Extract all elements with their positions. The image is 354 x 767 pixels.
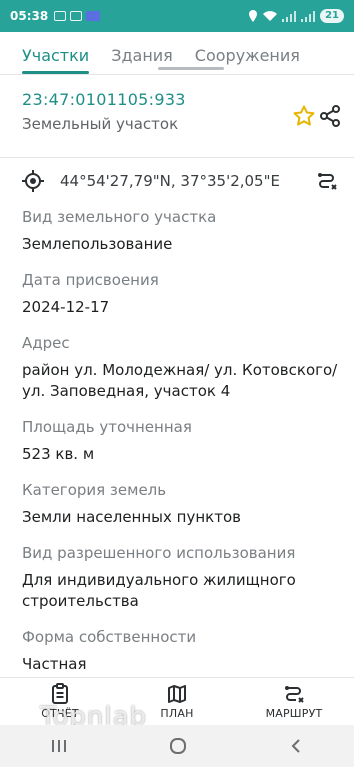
field-value: Для индивидуального жилищного строительс…	[22, 571, 296, 610]
location-status-icon	[249, 10, 258, 22]
system-navigation-bar	[0, 725, 354, 767]
signal-icon	[282, 10, 297, 22]
share-icon[interactable]	[318, 104, 342, 128]
field-label: Адрес	[22, 334, 70, 352]
nav-route-label: МАРШРУТ	[265, 707, 323, 720]
field-label: Дата присвоения	[22, 271, 159, 289]
nav-plan-button[interactable]: ПЛАН	[139, 678, 215, 725]
nav-plan-label: ПЛАН	[160, 707, 194, 720]
coordinates-text[interactable]: 44°54'27,79"N, 37°35'2,05"E	[60, 172, 280, 190]
battery-level: 21	[320, 9, 344, 23]
field-assignment-date: Дата присвоения 2024-12-17	[22, 270, 342, 318]
header-divider	[0, 157, 354, 158]
field-label: Площадь уточненная	[22, 418, 192, 436]
field-land-category: Категория земель Земли населенных пункто…	[22, 480, 342, 528]
field-plot-kind: Вид земельного участка Землепользование	[22, 207, 342, 255]
gps-target-icon[interactable]	[22, 170, 44, 192]
nav-route-button[interactable]: МАРШРУТ	[256, 678, 332, 725]
signal-icon-2	[301, 10, 316, 22]
field-value: Землепользование	[22, 235, 173, 253]
field-value: 523 кв. м	[22, 445, 95, 463]
field-label: Форма собственности	[22, 628, 197, 646]
field-label: Вид земельного участка	[22, 208, 217, 226]
tabs-divider	[0, 74, 354, 75]
field-area: Площадь уточненная 523 кв. м	[22, 417, 342, 465]
field-value: район ул. Молодежная/ ул. Котовского/ ул…	[22, 361, 338, 400]
route-icon	[285, 686, 304, 703]
coordinates-row: 44°54'27,79"N, 37°35'2,05"E	[22, 165, 342, 197]
status-bar: 05:38 21	[0, 0, 354, 32]
field-value: 2024-12-17	[22, 298, 110, 316]
gallery-notification-icon	[54, 11, 67, 21]
object-type-tabs: Участки Здания Сооружения	[0, 32, 354, 74]
field-value: Земли населенных пунктов	[22, 508, 241, 526]
back-icon[interactable]	[288, 738, 304, 754]
recent-apps-icon[interactable]	[50, 738, 68, 754]
route-cancel-icon[interactable]	[316, 170, 338, 192]
home-icon[interactable]	[169, 737, 187, 755]
plot-details: Вид земельного участка Землепользование …	[22, 207, 342, 677]
field-label: Вид разрешенного использования	[22, 544, 296, 562]
field-permitted-use: Вид разрешенного использования Для индив…	[22, 543, 342, 612]
app-notification-icon	[86, 11, 101, 21]
wifi-icon	[263, 10, 278, 21]
tab-plots[interactable]: Участки	[22, 46, 90, 74]
map-icon	[168, 685, 186, 703]
status-time: 05:38	[10, 9, 49, 23]
field-ownership: Форма собственности Частная	[22, 627, 342, 675]
field-address: Адрес район ул. Молодежная/ ул. Котовско…	[22, 333, 342, 402]
field-value: Частная	[22, 655, 87, 673]
object-header: 23:47:0101105:933 Земельный участок	[22, 90, 342, 133]
tab-scroll-indicator	[158, 67, 224, 70]
favorite-star-icon[interactable]	[292, 104, 316, 128]
screenshot-notification-icon	[70, 11, 83, 21]
field-label: Категория земель	[22, 481, 167, 499]
